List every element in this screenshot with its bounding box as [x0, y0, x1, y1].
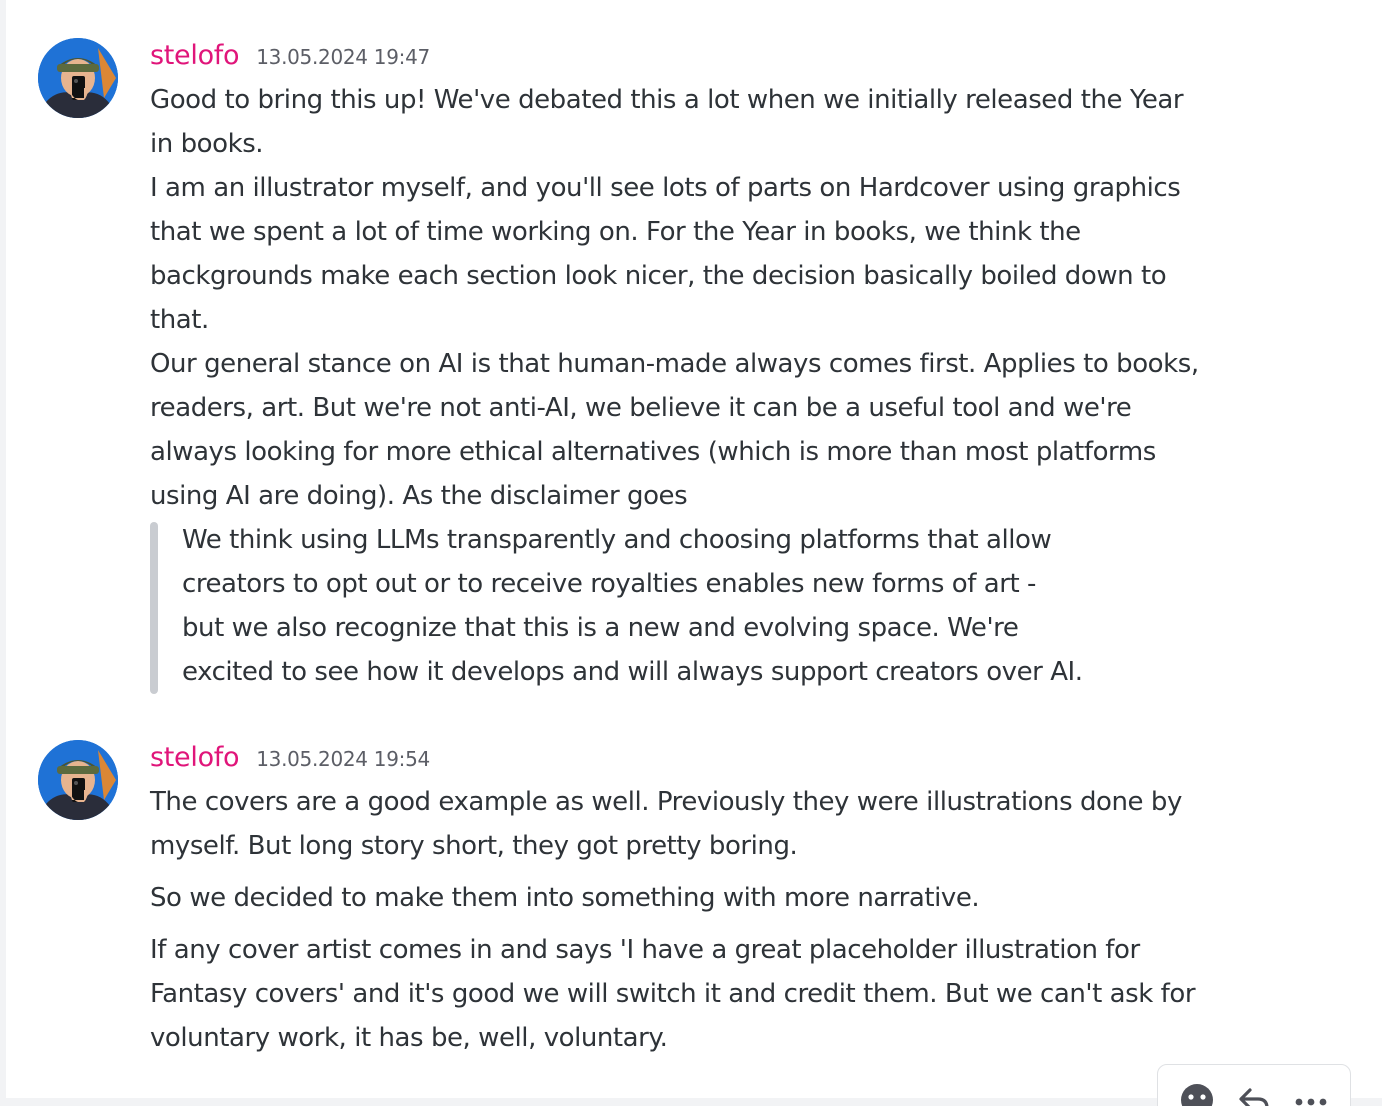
message-line: backgrounds make each section look nicer…: [150, 261, 1167, 291]
more-button[interactable]: [1289, 1078, 1333, 1106]
left-border-strip: [0, 0, 6, 1106]
message-line: I am an illustrator myself, and you'll s…: [150, 173, 1181, 203]
message-line: The covers are a good example as well. P…: [150, 787, 1182, 817]
avatar[interactable]: [38, 740, 118, 820]
message-line: Fantasy covers' and it's good we will sw…: [150, 979, 1196, 1009]
message-line: that we spent a lot of time working on. …: [150, 217, 1081, 247]
message-line: always looking for more ethical alternat…: [150, 437, 1156, 467]
quote-line: creators to opt out or to receive royalt…: [182, 569, 1036, 599]
message-line: using AI are doing). As the disclaimer g…: [150, 481, 688, 511]
add-reaction-icon: [1180, 1084, 1213, 1106]
quote-line: but we also recognize that this is a new…: [182, 613, 1019, 643]
message-line: in books.: [150, 129, 264, 159]
timestamp[interactable]: 13.05.2024 19:54: [256, 747, 430, 771]
add-reaction-button[interactable]: [1175, 1078, 1219, 1106]
avatar-image: [38, 38, 118, 118]
message-line: Good to bring this up! We've debated thi…: [150, 85, 1184, 115]
quote-line: We think using LLMs transparently and ch…: [182, 525, 1052, 555]
message-paragraph: If any cover artist comes in and says 'I…: [150, 928, 1300, 1060]
message-line: voluntary work, it has be, well, volunta…: [150, 1023, 668, 1053]
message-header: stelofo 13.05.2024 19:54: [150, 742, 430, 776]
reply-button[interactable]: [1232, 1078, 1276, 1106]
message-content: Good to bring this up! We've debated thi…: [150, 78, 1300, 694]
message-line: that.: [150, 305, 209, 335]
message-actions-toolbar: [1157, 1064, 1351, 1106]
username[interactable]: stelofo: [150, 40, 240, 71]
message-line: Our general stance on AI is that human-m…: [150, 349, 1199, 379]
message-line: If any cover artist comes in and says 'I…: [150, 935, 1140, 965]
more-icon: [1295, 1098, 1327, 1106]
message-line: myself. But long story short, they got p…: [150, 831, 798, 861]
message-line: readers, art. But we're not anti-AI, we …: [150, 393, 1132, 423]
avatar-image: [38, 740, 118, 820]
avatar[interactable]: [38, 38, 118, 118]
blockquote-bar: [150, 522, 158, 694]
message-header: stelofo 13.05.2024 19:47: [150, 40, 430, 74]
message-paragraph: So we decided to make them into somethin…: [150, 876, 1300, 920]
message-line: So we decided to make them into somethin…: [150, 883, 980, 913]
blockquote: We think using LLMs transparently and ch…: [150, 518, 1300, 694]
reply-icon: [1239, 1088, 1269, 1106]
message-paragraph: The covers are a good example as well. P…: [150, 780, 1300, 868]
message-content: The covers are a good example as well. P…: [150, 780, 1300, 1060]
timestamp[interactable]: 13.05.2024 19:47: [256, 45, 430, 69]
quote-line: excited to see how it develops and will …: [182, 657, 1083, 687]
username[interactable]: stelofo: [150, 742, 240, 773]
